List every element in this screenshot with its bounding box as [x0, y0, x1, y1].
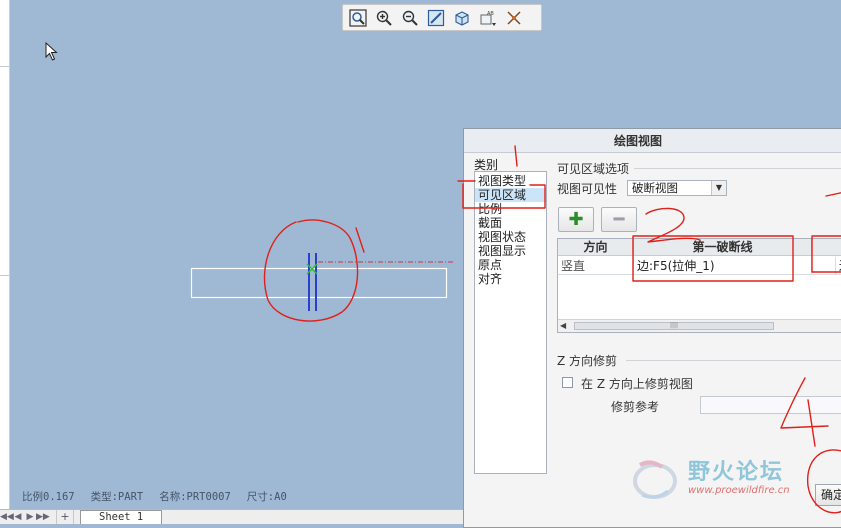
section-divider [626, 360, 841, 361]
category-item-scale[interactable]: 比例 [475, 202, 546, 216]
last-sheet-icon[interactable]: ▶▶ [36, 510, 50, 524]
scroll-left-icon[interactable]: ◀ [560, 320, 566, 332]
break-table: 方向 第一破断线 竖直 边:F5(拉伸_1) 边 ◀ |||| [557, 238, 841, 333]
category-list: 视图类型 可见区域 比例 截面 视图状态 视图显示 原点 对齐 [474, 171, 547, 474]
next-sheet-icon[interactable]: ▶ [24, 510, 36, 524]
clip-reference-label: 修剪参考 [611, 400, 660, 414]
category-item-section[interactable]: 截面 [475, 216, 546, 230]
z-clip-checkbox[interactable] [562, 377, 573, 388]
part-view-outline[interactable] [190, 267, 448, 299]
forum-watermark: 野火论坛 www.proewildfire.cn [630, 455, 790, 503]
table-horizontal-scrollbar[interactable]: ◀ |||| [558, 319, 841, 332]
sheet-tab[interactable]: Sheet 1 [80, 510, 163, 524]
add-break-button[interactable]: ✚ [558, 207, 594, 232]
name-readout: 名称:PRT0007 [159, 491, 231, 503]
category-item-view-type[interactable]: 视图类型 [475, 174, 546, 188]
chevron-down-icon: ▼ [711, 181, 726, 195]
watermark-url: www.proewildfire.cn [688, 485, 790, 496]
cell-empty[interactable] [812, 257, 836, 275]
first-sheet-icon[interactable]: ◀◀ [0, 510, 14, 524]
remove-break-button[interactable]: ━ [601, 207, 637, 232]
visibility-select-value: 破断视图 [632, 181, 678, 195]
add-sheet-button[interactable]: + [56, 510, 74, 524]
category-item-origin[interactable]: 原点 [475, 258, 546, 272]
column-header-next[interactable] [812, 239, 841, 256]
category-item-visible-area[interactable]: 可见区域 [475, 188, 546, 202]
scale-readout: 比例0.167 [22, 491, 75, 503]
cell-direction[interactable]: 竖直 [558, 257, 634, 275]
scrollbar-thumb[interactable]: |||| [574, 322, 774, 330]
ok-button[interactable]: 确定 [815, 484, 841, 506]
watermark-logo-icon [633, 460, 677, 499]
category-item-alignment[interactable]: 对齐 [475, 272, 546, 286]
size-readout: 尺寸:A0 [246, 491, 287, 503]
prev-sheet-icon[interactable]: ◀ [12, 510, 24, 524]
cell-first-break-line[interactable]: 边:F5(拉伸_1) [634, 257, 812, 275]
category-item-view-states[interactable]: 视图状态 [475, 230, 546, 244]
minus-icon: ━ [613, 209, 625, 230]
dialog-title: 绘图视图 [464, 129, 841, 153]
section-divider [634, 168, 841, 169]
cell-second-break-line[interactable]: 边 [836, 257, 841, 275]
column-header-direction[interactable]: 方向 [558, 239, 634, 256]
visibility-select[interactable]: 破断视图 ▼ [627, 180, 727, 196]
type-readout: 类型:PART [90, 491, 144, 503]
visible-area-section-label: 可见区域选项 [557, 162, 630, 176]
column-header-first-break-line[interactable]: 第一破断线 [634, 239, 812, 256]
clip-reference-field[interactable] [700, 396, 841, 414]
category-item-view-display[interactable]: 视图显示 [475, 244, 546, 258]
plus-icon: ✚ [568, 209, 584, 230]
status-bar: 比例0.167 类型:PART 名称:PRT0007 尺寸:A0 [22, 489, 287, 504]
z-clip-checkbox-label: 在 Z 方向上修剪视图 [581, 377, 693, 391]
z-clip-section-label: Z 方向修剪 [557, 354, 618, 368]
watermark-title: 野火论坛 [688, 460, 785, 485]
visibility-label: 视图可见性 [557, 182, 618, 196]
